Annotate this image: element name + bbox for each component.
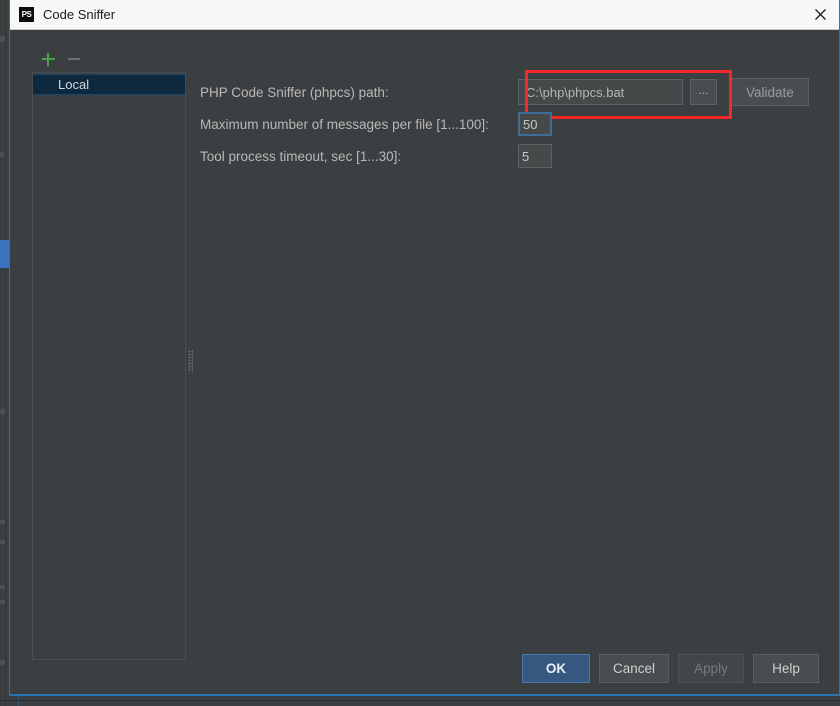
dialog-titlebar: PS Code Sniffer [10, 0, 839, 30]
panel-splitter[interactable] [186, 30, 196, 631]
tool-timeout-input[interactable] [518, 144, 552, 168]
minus-icon[interactable] [66, 51, 82, 67]
dialog-bottom-edge [10, 694, 840, 695]
dialog-title: Code Sniffer [43, 7, 116, 22]
configurations-panel: Local [32, 48, 186, 660]
ide-artifact [0, 36, 5, 42]
browse-button[interactable]: ... [690, 79, 717, 105]
list-toolbar [32, 48, 186, 70]
cancel-button[interactable]: Cancel [598, 654, 669, 683]
minus-icon-bar [68, 58, 80, 60]
phpcs-path-row: PHP Code Sniffer (phpcs) path: ... Valid… [200, 70, 821, 119]
ide-artifact [0, 660, 5, 665]
tool-timeout-label: Tool process timeout, sec [1...30]: [200, 148, 402, 164]
ide-highlight-marker [0, 240, 9, 268]
ide-artifact [0, 520, 5, 524]
max-messages-row: Maximum number of messages per file [1..… [200, 108, 821, 140]
phpcs-path-input[interactable] [518, 79, 683, 105]
dialog-content: Local PHP Code Sniffer (phpcs) path: ... [10, 30, 840, 695]
max-messages-label: Maximum number of messages per file [1..… [200, 116, 489, 132]
plus-icon-bar-v [47, 52, 49, 66]
validate-button[interactable]: Validate [731, 78, 809, 106]
phpstorm-ps-icon: PS [19, 7, 34, 22]
ide-artifact [0, 408, 6, 415]
phpcs-path-field-group: ... [518, 79, 717, 105]
ide-artifact [0, 600, 5, 604]
ok-button[interactable]: OK [521, 654, 590, 683]
ide-artifact [0, 540, 5, 544]
tool-timeout-row: Tool process timeout, sec [1...30]: [200, 140, 821, 172]
interpreters-list[interactable]: Local [32, 72, 186, 660]
plus-icon[interactable] [40, 51, 56, 67]
max-messages-input[interactable] [518, 112, 552, 136]
ide-artifact [0, 585, 5, 589]
help-button[interactable]: Help [753, 654, 819, 683]
phpcs-path-label: PHP Code Sniffer (phpcs) path: [200, 84, 389, 100]
ide-artifact [0, 152, 4, 157]
close-icon[interactable] [807, 2, 833, 28]
screen: PS Code Sniffer Local PHP Code Sniffer (… [0, 0, 840, 706]
settings-form: PHP Code Sniffer (phpcs) path: ... Valid… [200, 70, 821, 172]
dialog-footer: OK Cancel Apply Help [521, 654, 819, 683]
apply-button: Apply [678, 654, 744, 683]
list-item-local[interactable]: Local [33, 74, 185, 95]
app-icon-label: PS [21, 10, 32, 19]
splitter-grip-icon [188, 350, 193, 372]
ide-strip-divider [5, 0, 6, 706]
max-messages-field-wrap [518, 112, 552, 136]
ide-bottom-edge [0, 700, 840, 701]
code-sniffer-dialog: PS Code Sniffer Local PHP Code Sniffer (… [9, 0, 840, 696]
list-item-label: Local [58, 77, 90, 92]
tool-timeout-field-wrap [518, 144, 552, 168]
